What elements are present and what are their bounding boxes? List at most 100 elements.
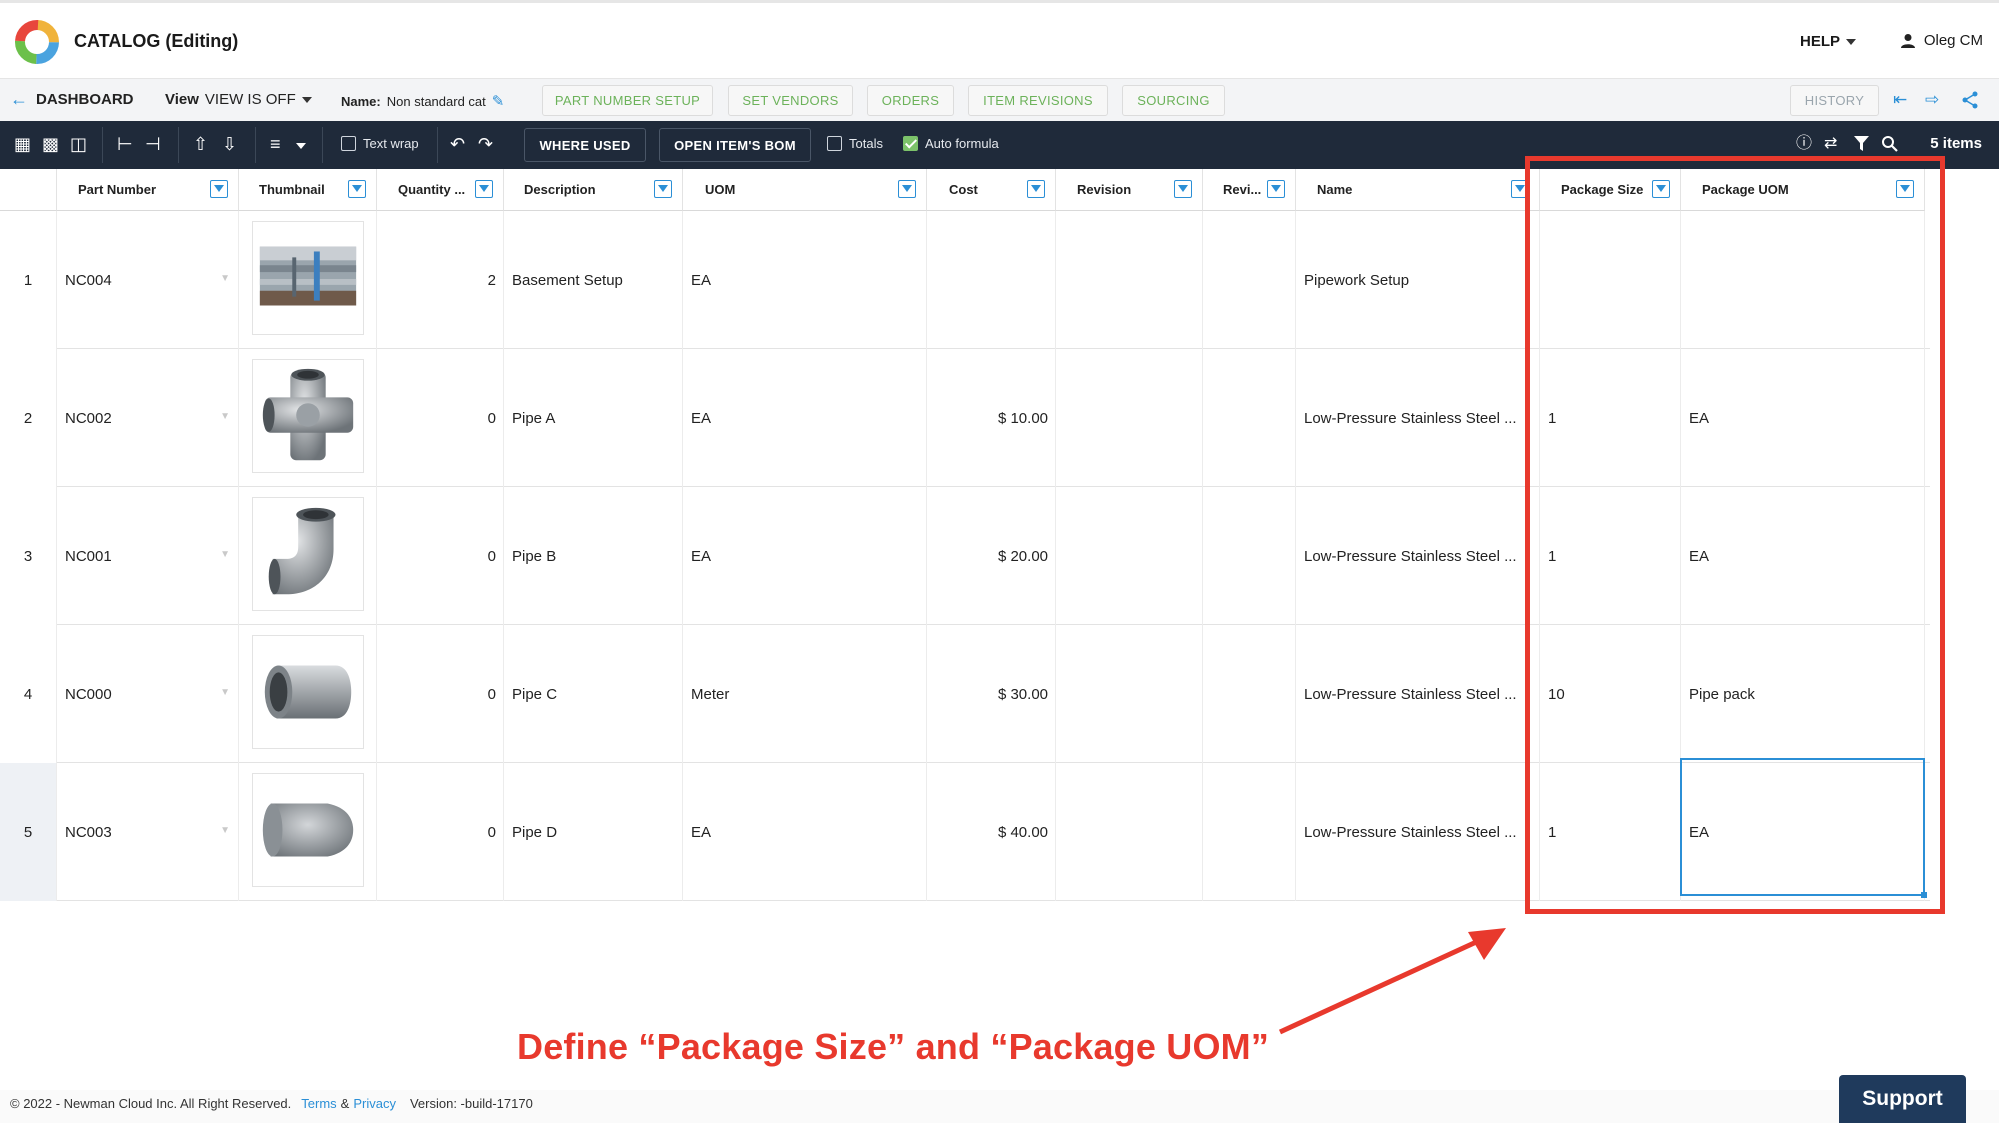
- tab-item-revisions[interactable]: ITEM REVISIONS: [968, 85, 1108, 116]
- filter-icon[interactable]: [654, 180, 672, 198]
- quantity-cell[interactable]: 0: [377, 487, 504, 625]
- name-cell[interactable]: Low-Pressure Stainless Steel ...: [1296, 349, 1540, 487]
- quantity-cell[interactable]: 2: [377, 211, 504, 349]
- text-wrap-toggle[interactable]: Text wrap: [341, 136, 419, 151]
- totals-checkbox[interactable]: [827, 136, 842, 151]
- user-menu[interactable]: Oleg CM: [1900, 32, 1983, 49]
- tab-sourcing[interactable]: SOURCING: [1122, 85, 1225, 116]
- part-number-cell[interactable]: NC000 ▼: [57, 625, 239, 763]
- where-used-button[interactable]: WHERE USED: [524, 128, 646, 162]
- filter-icon[interactable]: [475, 180, 493, 198]
- revi-cell[interactable]: [1203, 349, 1296, 487]
- undo-icon[interactable]: ↶: [450, 134, 465, 154]
- filter-icon[interactable]: [1027, 180, 1045, 198]
- part-number-cell[interactable]: NC002 ▼: [57, 349, 239, 487]
- revi-cell[interactable]: [1203, 763, 1296, 901]
- import-icon[interactable]: ⇤: [1893, 90, 1907, 110]
- revision-cell[interactable]: [1056, 211, 1203, 349]
- terms-link[interactable]: Terms: [301, 1096, 336, 1111]
- column-header-part-number[interactable]: Part Number: [57, 169, 239, 211]
- cost-cell[interactable]: [927, 211, 1056, 349]
- cost-cell[interactable]: $ 30.00: [927, 625, 1056, 763]
- tab-part-number-setup[interactable]: PART NUMBER SETUP: [542, 85, 713, 116]
- description-cell[interactable]: Pipe A: [504, 349, 683, 487]
- name-cell[interactable]: Low-Pressure Stainless Steel ...: [1296, 763, 1540, 901]
- share-icon[interactable]: [1961, 91, 1979, 109]
- column-header-description[interactable]: Description: [504, 169, 683, 211]
- chevron-down-icon[interactable]: ▼: [220, 687, 230, 698]
- totals-toggle[interactable]: Totals: [827, 136, 883, 151]
- edit-pencil-icon[interactable]: ✎: [492, 92, 505, 110]
- part-number-cell[interactable]: NC003 ▼: [57, 763, 239, 901]
- part-number-cell[interactable]: NC001 ▼: [57, 487, 239, 625]
- revi-cell[interactable]: [1203, 487, 1296, 625]
- chevron-down-icon[interactable]: ▼: [220, 825, 230, 836]
- chevron-down-icon[interactable]: ▼: [220, 273, 230, 284]
- pipe-cross-fitting-image[interactable]: [252, 359, 364, 473]
- column-header-revision[interactable]: Revision: [1056, 169, 1203, 211]
- quantity-cell[interactable]: 0: [377, 763, 504, 901]
- auto-formula-toggle[interactable]: Auto formula: [903, 136, 999, 151]
- cost-cell[interactable]: $ 40.00: [927, 763, 1056, 901]
- move-down-icon[interactable]: ⇩: [222, 134, 237, 154]
- description-cell[interactable]: Pipe D: [504, 763, 683, 901]
- history-button[interactable]: HISTORY: [1790, 85, 1879, 116]
- column-header-quantity[interactable]: Quantity ...: [377, 169, 504, 211]
- uom-cell[interactable]: EA: [683, 211, 927, 349]
- part-number-cell[interactable]: NC004 ▼: [57, 211, 239, 349]
- cost-cell[interactable]: $ 10.00: [927, 349, 1056, 487]
- info-icon[interactable]: ⓘ: [1796, 134, 1812, 154]
- filter-icon[interactable]: [1854, 136, 1869, 152]
- uom-cell[interactable]: EA: [683, 487, 927, 625]
- view-selector[interactable]: View VIEW IS OFF: [165, 91, 312, 108]
- align-left-icon[interactable]: ≡: [270, 134, 281, 154]
- redo-icon[interactable]: ↷: [478, 134, 493, 154]
- column-header-name[interactable]: Name: [1296, 169, 1540, 211]
- delete-column-icon[interactable]: ⊣: [145, 134, 161, 154]
- description-cell[interactable]: Pipe B: [504, 487, 683, 625]
- thumbnail-cell[interactable]: [239, 625, 377, 763]
- column-header-thumbnail[interactable]: Thumbnail: [239, 169, 377, 211]
- quantity-cell[interactable]: 0: [377, 349, 504, 487]
- export-icon[interactable]: ⇨: [1925, 90, 1939, 110]
- name-cell[interactable]: Low-Pressure Stainless Steel ...: [1296, 487, 1540, 625]
- tab-set-vendors[interactable]: SET VENDORS: [728, 85, 853, 116]
- thumbnail-cell[interactable]: [239, 487, 377, 625]
- description-cell[interactable]: Basement Setup: [504, 211, 683, 349]
- privacy-link[interactable]: Privacy: [353, 1096, 396, 1111]
- description-cell[interactable]: Pipe C: [504, 625, 683, 763]
- thumbnail-cell[interactable]: [239, 763, 377, 901]
- filter-icon[interactable]: [348, 180, 366, 198]
- app-logo-icon[interactable]: [12, 17, 62, 67]
- uom-cell[interactable]: EA: [683, 349, 927, 487]
- filter-icon[interactable]: [898, 180, 916, 198]
- column-header-revi[interactable]: Revi...: [1203, 169, 1296, 211]
- open-items-bom-button[interactable]: OPEN ITEM'S BOM: [659, 128, 811, 162]
- search-icon[interactable]: [1881, 135, 1898, 152]
- revision-cell[interactable]: [1056, 487, 1203, 625]
- tab-orders[interactable]: ORDERS: [867, 85, 954, 116]
- dashboard-back-link[interactable]: ← DASHBOARD: [10, 89, 134, 110]
- uom-cell[interactable]: Meter: [683, 625, 927, 763]
- name-cell[interactable]: Pipework Setup: [1296, 211, 1540, 349]
- chevron-down-icon[interactable]: ▼: [220, 549, 230, 560]
- text-wrap-checkbox[interactable]: [341, 136, 356, 151]
- revision-cell[interactable]: [1056, 349, 1203, 487]
- filter-icon[interactable]: [210, 180, 228, 198]
- revision-cell[interactable]: [1056, 763, 1203, 901]
- revi-cell[interactable]: [1203, 625, 1296, 763]
- insert-column-icon[interactable]: ⊢: [117, 134, 133, 154]
- hierarchy-icon[interactable]: ▩: [42, 134, 59, 154]
- pipework-thumbnail-image[interactable]: [252, 221, 364, 335]
- revision-cell[interactable]: [1056, 625, 1203, 763]
- pipe-cap-image[interactable]: [252, 773, 364, 887]
- name-cell[interactable]: Low-Pressure Stainless Steel ...: [1296, 625, 1540, 763]
- help-menu[interactable]: HELP: [1800, 33, 1856, 50]
- pipe-coupling-image[interactable]: [252, 635, 364, 749]
- pipe-elbow-fitting-image[interactable]: [252, 497, 364, 611]
- chevron-down-icon[interactable]: ▼: [220, 411, 230, 422]
- table-layout-icon[interactable]: ▦: [14, 134, 31, 154]
- uom-cell[interactable]: EA: [683, 763, 927, 901]
- chevron-down-icon[interactable]: [296, 143, 306, 149]
- thumbnail-cell[interactable]: [239, 211, 377, 349]
